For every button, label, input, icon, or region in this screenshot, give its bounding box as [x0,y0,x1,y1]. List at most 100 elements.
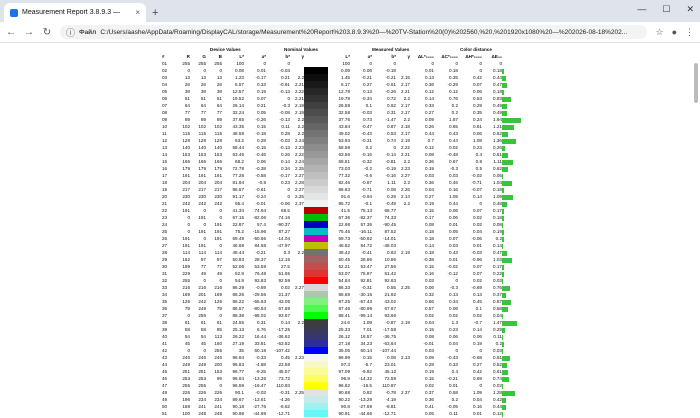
table-cell: 0.4 [451,369,458,374]
table-cell: 115 [182,131,190,136]
table-cell: 69.73 [338,236,351,241]
minimize-icon[interactable]: — [637,4,646,15]
table-cell: 217 [214,187,222,192]
table-cell [290,375,304,382]
table-cell [396,256,410,263]
table-cell: 2.25 [295,390,304,395]
delta-e-bar [502,95,530,102]
table-cell: -17.25 [276,327,290,332]
table-cell: 0.12 [425,89,434,94]
table-cell: -0.29 [447,82,458,87]
table-cell: -82.37 [358,215,372,220]
table-cell: 2.15 [401,75,410,80]
table-cell: 2.27 [401,173,410,178]
table-cell: 75.13 [360,208,373,213]
table-cell [290,410,304,417]
table-cell: 0.05 [493,173,502,178]
menu-kebab-icon[interactable]: ⋮ [685,27,694,38]
tab-close-icon[interactable]: × [135,8,140,17]
table-row: 40 54 54 113 26.22 16.44 -36.62 26.12 16.57 -36.7… [160,333,530,340]
table-cell: 153 [198,152,206,157]
color-swatch [304,165,328,172]
table-cell: 68.2 [235,159,244,164]
table-cell: 64 [184,103,190,108]
table-cell: 33 [162,285,168,290]
table-cell: 46 [162,376,168,381]
table-cell: -0.03 [279,138,290,143]
table-cell: 0.33 [425,103,434,108]
delta-e-bar [502,242,530,249]
table-cell: 226 [182,390,190,395]
table-cell: 48 [162,390,168,395]
table-cell: 0.14 [281,320,290,325]
url-text[interactable]: C:/Users/aashe/AppData/Roaming/DisplayCA… [100,29,627,36]
table-cell: 253 [182,376,190,381]
table-cell: 89.67 [232,397,245,402]
scrollbar-thumb[interactable] [694,63,698,103]
table-cell: 0.03 [425,348,434,353]
table-cell: -0.03 [255,390,266,395]
bookmark-star-icon[interactable]: ☆ [655,27,663,38]
new-tab-icon[interactable]: + [152,7,158,19]
table-row: 27 191 191 0 46.68 84.58 -47.97 46.82 84.72 -48.0… [160,242,530,249]
table-cell: 0 [219,208,222,213]
table-cell: 241 [198,404,206,409]
table-cell: 2.23 [295,145,304,150]
profile-icon[interactable]: ● [672,27,677,37]
color-swatch [304,396,328,403]
table-cell: -0.03 [279,68,290,73]
table-cell: 114 [182,250,190,255]
reload-icon[interactable]: ↻ [42,27,52,38]
delta-e-bar [502,298,530,305]
table-cell: -0.06 [471,236,482,241]
color-swatch [304,256,328,263]
table-cell: 73.72 [278,376,291,381]
address-bar[interactable]: ⓘ Файл C:/Users/aashe/AppData/Roaming/Di… [60,25,648,39]
close-window-icon[interactable]: ✕ [686,4,694,15]
delta-e-bar [502,312,530,319]
table-cell: 77 [184,110,190,115]
table-row: 48 226 226 226 90.1 -0.03 -0.31 2.25 90.68 0.82 -0… [160,389,530,396]
table-cell: 67.67 [384,306,397,311]
delta-e-bar [502,67,530,74]
maximize-icon[interactable]: ☐ [662,4,670,15]
table-cell: 53.2 [235,138,244,143]
table-cell: 0.48 [493,201,502,206]
table-cell: 0.53 [387,131,396,136]
table-cell: 2.2 [297,75,304,80]
table-cell: 234 [198,397,206,402]
table-cell: 0.14 [473,327,482,332]
table-cell: -13.61 [252,397,266,402]
delta-e-bar [502,88,530,95]
table-cell: 38 [184,89,190,94]
table-cell [396,221,410,228]
table-cell: 03 [162,75,168,80]
back-icon[interactable]: ← [6,27,16,38]
forward-icon[interactable]: → [24,27,34,38]
table-cell: 166 [182,159,190,164]
table-cell [396,242,410,249]
table-cell: 0.18 [425,236,434,241]
tab-measurement-report[interactable]: Measurement Report 3.8.9.3 — × [4,3,146,22]
table-cell: 53.59 [254,264,267,269]
table-cell: 27.56 [384,264,397,269]
table-cell: 50.45 [338,257,351,262]
info-icon[interactable]: ⓘ [66,26,75,39]
table-cell: 0.28 [281,131,290,136]
table-cell: 0 [499,61,502,66]
table-cell: 0.62 [493,166,502,171]
table-cell [396,368,410,375]
table-cell: 24.6 [341,320,350,325]
table-cell: 2.2 [403,201,410,206]
table-cell: 0.14 [425,96,434,101]
table-cell [396,403,410,410]
table-cell: 0.15 [425,327,434,332]
table-cell: 50 [162,404,168,409]
table-cell: 0.66 [425,299,434,304]
table-cell: 0.04 [493,313,502,318]
table-cell: 14 [162,152,168,157]
table-cell: -0.17 [279,173,290,178]
table-cell: 0.12 [449,89,458,94]
window-controls: — ☐ ✕ [637,4,694,15]
color-swatch [304,312,328,319]
